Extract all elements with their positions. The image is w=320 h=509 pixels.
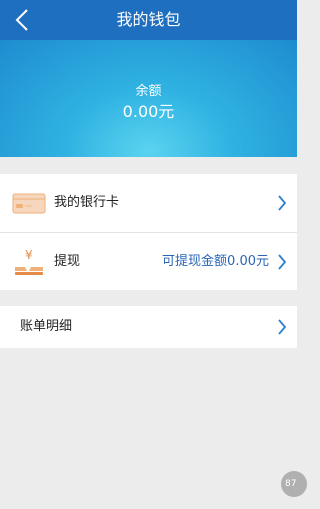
floating-badge[interactable]: 87 <box>281 471 307 497</box>
bill-details-label: 账单明细 <box>20 319 73 334</box>
chevron-right-icon <box>278 254 287 270</box>
wallet-menu: 我的银行卡 ¥ 提现 可提现金额0.00元 <box>0 174 297 290</box>
chevron-right-icon <box>278 195 287 211</box>
svg-text:¥: ¥ <box>25 248 33 262</box>
withdraw-row[interactable]: ¥ 提现 可提现金额0.00元 <box>0 232 297 290</box>
withdrawable-amount: 可提现金额0.00元 <box>162 254 269 269</box>
bank-card-label: 我的银行卡 <box>54 195 120 210</box>
balance-value: 0.00元 <box>122 102 175 121</box>
balance-label: 余额 <box>135 84 162 99</box>
balance-panel: 余额 0.00元 <box>0 40 297 157</box>
bill-details-row[interactable]: 账单明细 <box>0 306 297 348</box>
page-title: 我的钱包 <box>116 10 181 29</box>
app-header: 我的钱包 <box>0 0 297 40</box>
bank-card-icon <box>12 193 46 214</box>
bank-card-row[interactable]: 我的银行卡 <box>0 174 297 232</box>
yuan-coins-icon: ¥ <box>15 248 43 275</box>
chevron-right-icon <box>278 319 287 335</box>
withdraw-label: 提现 <box>54 254 81 269</box>
bill-menu: 账单明细 <box>0 306 297 348</box>
